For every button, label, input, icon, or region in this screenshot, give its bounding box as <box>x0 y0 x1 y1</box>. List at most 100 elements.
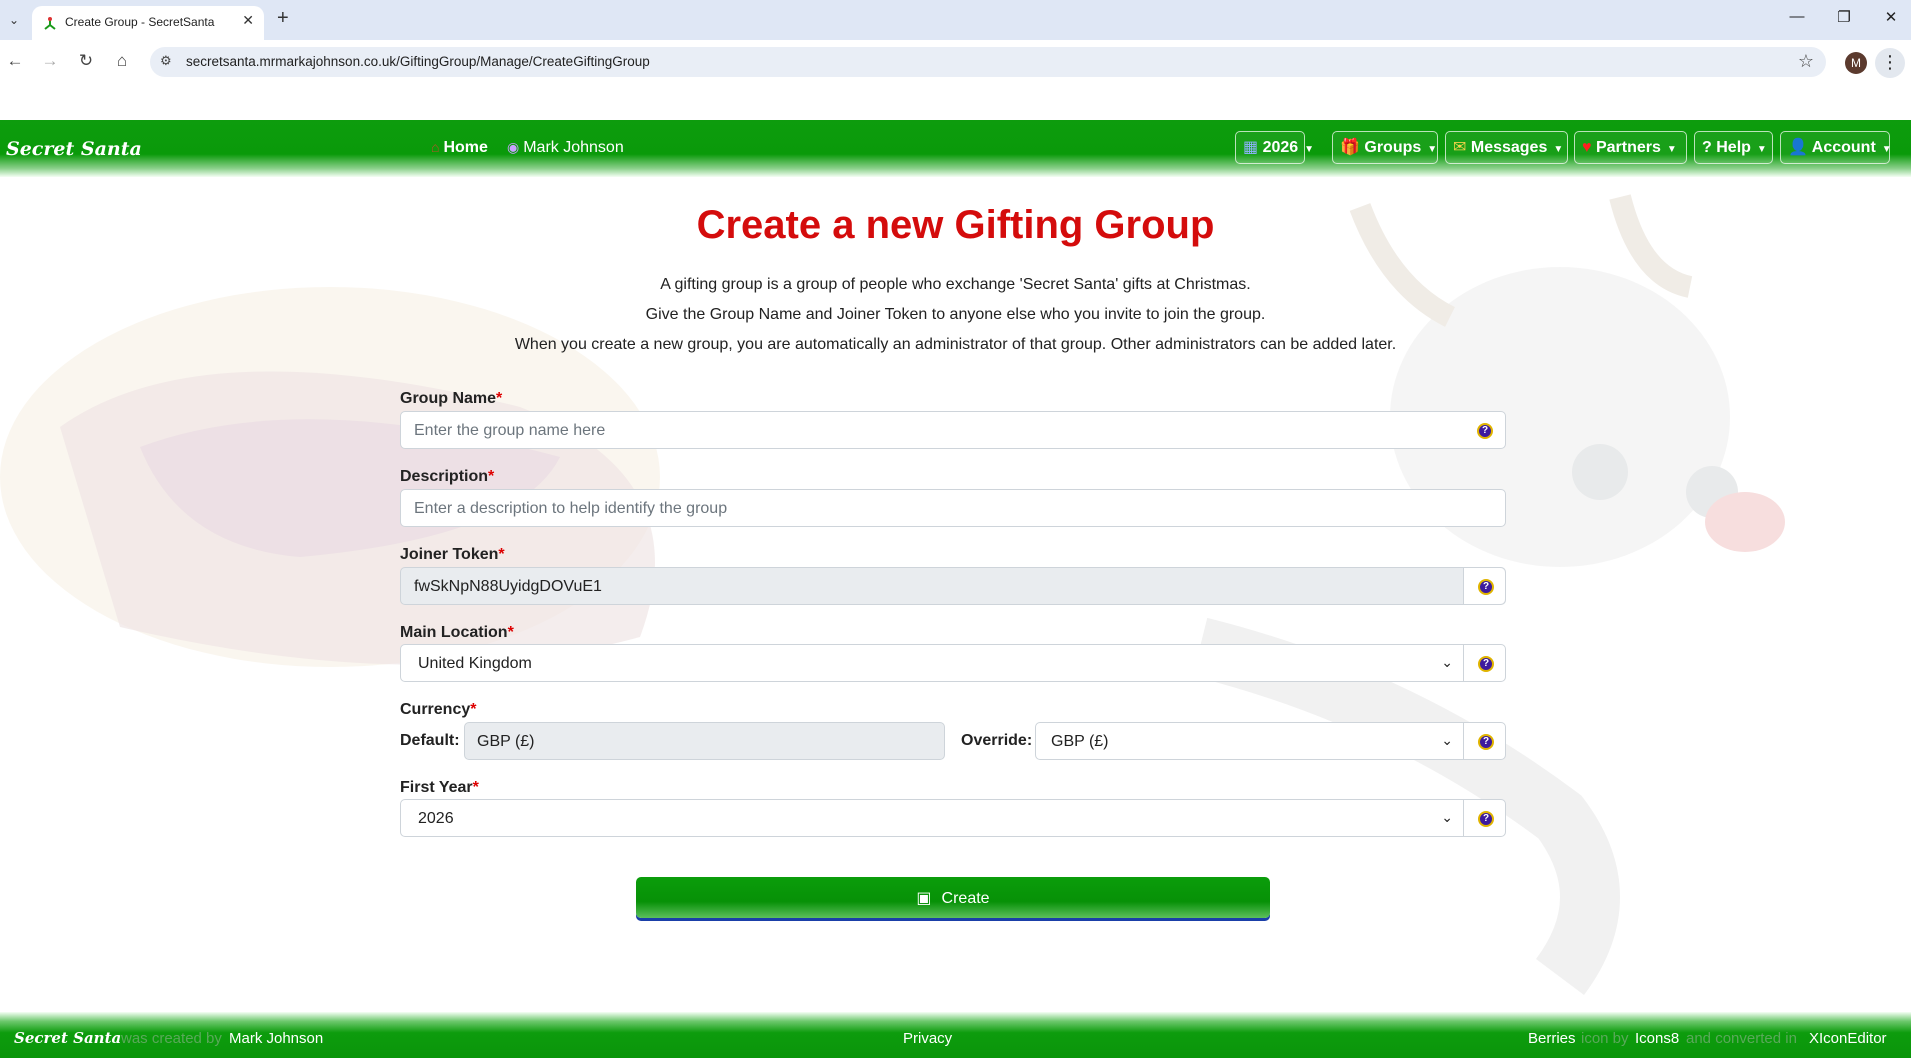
joiner-token-help-button[interactable]: ? <box>1463 568 1505 604</box>
nav-user-link[interactable]: ◉ Mark Johnson <box>507 139 624 157</box>
new-tab-plus-icon[interactable]: + <box>277 7 289 30</box>
help-dropdown[interactable]: ? Help ▼ <box>1694 131 1773 164</box>
caret-down-icon: ▼ <box>1304 144 1315 155</box>
currency-label: Currency* <box>400 701 476 719</box>
profile-avatar[interactable]: M <box>1845 52 1867 74</box>
description-input[interactable]: Enter a description to help identify the… <box>400 489 1506 527</box>
question-circle-icon: ? <box>1478 811 1494 827</box>
currency-label-text: Currency <box>400 701 471 718</box>
main-location-help-button[interactable]: ? <box>1463 645 1505 681</box>
question-circle-icon: ? <box>1478 656 1494 672</box>
create-button-label: Create <box>941 890 990 907</box>
footer-icons8-link[interactable]: Icons8 <box>1635 1030 1679 1047</box>
group-name-label-text: Group Name <box>400 390 497 407</box>
window-close-icon[interactable]: ✕ <box>1876 8 1906 26</box>
browser-menu-icon[interactable]: ⋮ <box>1875 48 1905 78</box>
question-circle-icon: ? <box>1478 579 1494 595</box>
group-name-label: Group Name* <box>400 390 502 408</box>
nav-home-label: Home <box>443 139 488 156</box>
bookmark-star-icon[interactable]: ☆ <box>1798 51 1814 72</box>
calendar-icon: ▦ <box>1243 139 1259 156</box>
question-circle-icon: ? <box>1477 423 1493 439</box>
groups-dropdown[interactable]: 🎁 Groups ▼ <box>1332 131 1438 164</box>
year-label: 2026 <box>1262 139 1299 156</box>
footer-brand: Secret Santa <box>14 1029 122 1047</box>
main-location-value: United Kingdom <box>418 655 532 672</box>
group-name-help-button[interactable]: ? <box>1463 412 1505 448</box>
currency-override-value: GBP (£) <box>1051 733 1109 750</box>
currency-default-value: GBP (£) <box>477 733 535 750</box>
intro-line-1: A gifting group is a group of people who… <box>660 276 1251 293</box>
group-name-placeholder: Enter the group name here <box>414 422 606 439</box>
account-label: Account <box>1811 139 1876 156</box>
main-location-label: Main Location* <box>400 624 514 642</box>
navbar-brand[interactable]: Secret Santa <box>6 138 142 160</box>
footer-xiconeditor-link[interactable]: XIconEditor <box>1809 1030 1887 1047</box>
group-name-input[interactable]: Enter the group name here ? <box>400 411 1506 449</box>
joiner-token-label: Joiner Token* <box>400 546 505 564</box>
reload-icon[interactable]: ↻ <box>74 50 98 74</box>
nav-user-label: Mark Johnson <box>523 139 624 156</box>
url-omnibox[interactable]: ⚙ secretsanta.mrmarkajohnson.co.uk/Gifti… <box>150 47 1826 77</box>
first-year-help-button[interactable]: ? <box>1463 800 1505 836</box>
secret-santa-favicon-icon <box>44 17 56 30</box>
gift-icon: 🎁 <box>1340 139 1360 156</box>
currency-override-select[interactable]: GBP (£) ⌄ ? <box>1035 722 1506 760</box>
url-text[interactable]: secretsanta.mrmarkajohnson.co.uk/Gifting… <box>186 54 650 69</box>
browser-tab[interactable]: Create Group - SecretSanta ✕ <box>32 6 264 40</box>
back-arrow-icon[interactable]: ← <box>3 50 27 74</box>
intro-line-2: Give the Group Name and Joiner Token to … <box>645 306 1266 323</box>
house-icon: ⌂ <box>431 139 440 155</box>
tab-list-chevron-icon[interactable]: ⌄ <box>4 10 24 30</box>
footer-author-link[interactable]: Mark Johnson <box>229 1030 323 1047</box>
first-year-value: 2026 <box>418 810 454 827</box>
site-info-icon[interactable]: ⚙ <box>160 53 172 69</box>
caret-down-icon: ▼ <box>1881 144 1892 155</box>
main-location-select[interactable]: United Kingdom ⌄ ? <box>400 644 1506 682</box>
forward-arrow-icon[interactable]: → <box>38 50 62 74</box>
footer-berries-link[interactable]: Berries <box>1528 1030 1576 1047</box>
tab-close-icon[interactable]: ✕ <box>242 12 254 29</box>
first-year-label-text: First Year <box>400 779 473 796</box>
restore-icon[interactable]: ❐ <box>1829 8 1859 26</box>
currency-override-label: Override: <box>961 732 1033 749</box>
currency-default-input: GBP (£) <box>464 722 945 760</box>
caret-down-icon: ▼ <box>1427 144 1438 155</box>
create-button[interactable]: ▣ Create <box>636 877 1270 918</box>
caret-down-icon: ▼ <box>1553 144 1564 155</box>
joiner-token-input[interactable]: fwSkNpN88UyidgDOVuE1 ? <box>400 567 1506 605</box>
heart-icon: ♥ <box>1582 139 1592 156</box>
caret-down-icon: ▼ <box>1666 144 1677 155</box>
description-label: Description* <box>400 468 494 486</box>
currency-default-label: Default: <box>400 732 460 749</box>
footer-privacy-link[interactable]: Privacy <box>903 1030 952 1047</box>
footer-converted-in: and converted in <box>1686 1030 1797 1047</box>
floppy-disk-icon: ▣ <box>916 890 932 907</box>
required-asterisk: * <box>470 701 477 718</box>
footer-created-by: was created by <box>121 1030 222 1047</box>
messages-label: Messages <box>1470 139 1548 156</box>
help-label: Help <box>1716 139 1751 156</box>
required-asterisk: * <box>488 468 495 485</box>
home-icon[interactable]: ⌂ <box>110 50 134 74</box>
year-dropdown[interactable]: ▦ 2026 ▼ <box>1235 131 1314 164</box>
envelope-icon: ✉ <box>1453 139 1467 156</box>
currency-help-button[interactable]: ? <box>1463 723 1505 759</box>
caret-down-icon: ▼ <box>1756 144 1767 155</box>
page-title: Create a new Gifting Group <box>696 203 1215 247</box>
first-year-select[interactable]: 2026 ⌄ ? <box>400 799 1506 837</box>
address-bar-row: ← → ↻ ⌂ ⚙ secretsanta.mrmarkajohnson.co.… <box>0 40 1911 84</box>
person-icon: 👤 <box>1788 139 1808 156</box>
partners-dropdown[interactable]: ♥ Partners ▼ <box>1574 131 1687 164</box>
required-asterisk: * <box>496 390 503 407</box>
nav-home-link[interactable]: ⌂ Home <box>431 139 488 157</box>
intro-line-3: When you create a new group, you are aut… <box>514 336 1397 353</box>
chevron-down-icon: ⌄ <box>1441 654 1453 670</box>
question-icon: ? <box>1702 139 1712 156</box>
question-circle-icon: ? <box>1478 734 1494 750</box>
site-footer: Secret Santa was created by Mark Johnson… <box>0 1012 1911 1058</box>
main-location-label-text: Main Location <box>400 624 508 641</box>
account-dropdown[interactable]: 👤 Account ▼ <box>1780 131 1892 164</box>
messages-dropdown[interactable]: ✉ Messages ▼ <box>1445 131 1568 164</box>
minimize-icon[interactable]: — <box>1782 8 1812 25</box>
